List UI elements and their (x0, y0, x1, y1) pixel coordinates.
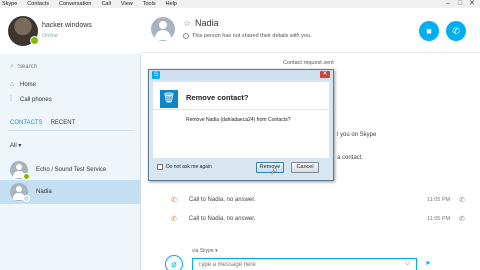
header-divider (141, 52, 480, 53)
close-icon: ✕ (322, 71, 328, 77)
call-event-text: Call to Nadia, no answer. (188, 216, 256, 222)
nav-call-phones[interactable]: ⁞ Call phones (10, 96, 130, 103)
tab-divider (8, 130, 133, 131)
message-input[interactable] (198, 259, 416, 270)
star-icon[interactable]: ☆ (183, 18, 191, 29)
contact-title: Nadia (195, 18, 219, 28)
menu-contacts[interactable]: Contacts (27, 0, 49, 8)
contact-subtitle-text: This person has not shared their details… (192, 33, 312, 39)
avatar (10, 161, 30, 180)
window-controls: – □ ✕ (442, 0, 478, 8)
dialpad-icon: ⁞ (10, 96, 12, 103)
avatar (10, 183, 30, 202)
online-status-icon (23, 173, 30, 180)
cancel-button[interactable]: Cancel (291, 162, 319, 173)
home-icon: ⌂ (10, 81, 15, 88)
dialog-body: 🗑 Remove contact? Remove Nadia (dahiadae… (153, 82, 329, 158)
call-icon: ✆ (452, 26, 460, 36)
minimize-button[interactable]: – (442, 0, 454, 8)
profile-status[interactable]: Online (42, 33, 58, 39)
online-status-icon (30, 36, 39, 45)
call-event-row: ✆ Call to Nadia, no answer. 11:05 PM ✆ (171, 215, 471, 223)
nav-call-phones-label: Call phones (20, 96, 52, 103)
dialog-message: Remove Nadia (dahiadaeca24) from Contact… (186, 117, 291, 123)
info-icon: i (183, 33, 189, 39)
checkbox-box[interactable] (157, 164, 163, 170)
do-not-ask-checkbox[interactable]: Do not ask me again (157, 164, 212, 170)
checkbox-label: Do not ask me again (166, 164, 212, 170)
contact-name: Echo / Sound Test Service (36, 167, 107, 173)
profile-panel[interactable]: hacker windows Online (0, 8, 141, 54)
phone-icon: ✆ (171, 197, 177, 204)
contact-name: Nadia (36, 189, 52, 195)
call-button[interactable]: ✆ (446, 21, 466, 41)
search-bar: ⌕ (0, 61, 141, 73)
profile-name: hacker windows (42, 22, 92, 29)
skype-logo-icon: S (152, 71, 160, 79)
call-back-icon[interactable]: ✆ (459, 215, 465, 223)
profile-avatar[interactable] (8, 16, 39, 46)
trash-icon: 🗑 (160, 90, 178, 108)
dialog-heading: Remove contact? (186, 93, 249, 102)
call-event-row: ✆ Call to Nadia, no answer. 11:05 PM ✆ (171, 196, 471, 204)
menu-skype[interactable]: Skype (2, 0, 17, 8)
phone-icon: ✆ (171, 216, 177, 223)
call-event-time: 11:05 PM (427, 216, 451, 222)
call-event-time: 11:05 PM (427, 197, 451, 203)
menu-call[interactable]: Call (101, 0, 110, 8)
pending-status-icon (23, 195, 30, 202)
maximize-button[interactable]: □ (454, 0, 466, 8)
dialog-titlebar: S ✕ (149, 70, 333, 80)
contact-filter[interactable]: All ▾ (10, 142, 21, 149)
chat-event-text: l you on Skype (337, 132, 377, 138)
attach-button[interactable]: ⌀ (165, 255, 183, 270)
contact-item-nadia[interactable]: Nadia (0, 180, 141, 204)
menu-bar: Skype Contacts Conversation Call View To… (0, 0, 480, 8)
window-close-button[interactable]: ✕ (466, 0, 478, 8)
request-sent-notice: Contact request sent (283, 60, 334, 66)
search-input[interactable] (17, 64, 118, 70)
attach-icon: ⌀ (171, 259, 177, 269)
dialog-divider (153, 109, 329, 110)
nav-home-label: Home (20, 81, 37, 88)
menu-conversation[interactable]: Conversation (59, 0, 91, 8)
contact-subtitle: i This person has not shared their detai… (183, 33, 312, 39)
tab-contacts[interactable]: CONTACTS (10, 120, 43, 126)
menu-tools[interactable]: Tools (143, 0, 156, 8)
send-icon[interactable]: ➤ (425, 259, 431, 267)
dialog-footer: Do not ask me again Remove Cancel (153, 159, 329, 178)
mouse-cursor-icon: ➚ (270, 166, 278, 176)
menu-view[interactable]: View (121, 0, 133, 8)
nav-home[interactable]: ⌂ Home (10, 81, 130, 88)
remove-contact-dialog: S ✕ 🗑 Remove contact? Remove Nadia (dahi… (148, 69, 334, 181)
dialog-close-button[interactable]: ✕ (320, 71, 330, 78)
call-event-text: Call to Nadia, no answer. (188, 197, 256, 203)
chat-event-text: a contact. (337, 155, 364, 161)
contact-tabs: CONTACTS RECENT (10, 120, 83, 126)
message-box (192, 258, 417, 270)
menu-help[interactable]: Help (166, 0, 177, 8)
contact-avatar[interactable] (151, 17, 175, 41)
emoji-icon[interactable]: ☺ (404, 260, 411, 267)
via-skype-selector[interactable]: via Skype ▾ (192, 248, 218, 254)
tab-recent[interactable]: RECENT (51, 120, 76, 126)
video-call-icon: ■ (426, 26, 432, 36)
sidebar: hacker windows Online ⌕ ⌂ Home ⁞ Call ph… (0, 8, 141, 270)
call-back-icon[interactable]: ✆ (459, 196, 465, 204)
video-call-button[interactable]: ■ (419, 21, 439, 41)
contact-item-echo[interactable]: Echo / Sound Test Service (0, 158, 141, 182)
search-icon: ⌕ (10, 63, 14, 70)
